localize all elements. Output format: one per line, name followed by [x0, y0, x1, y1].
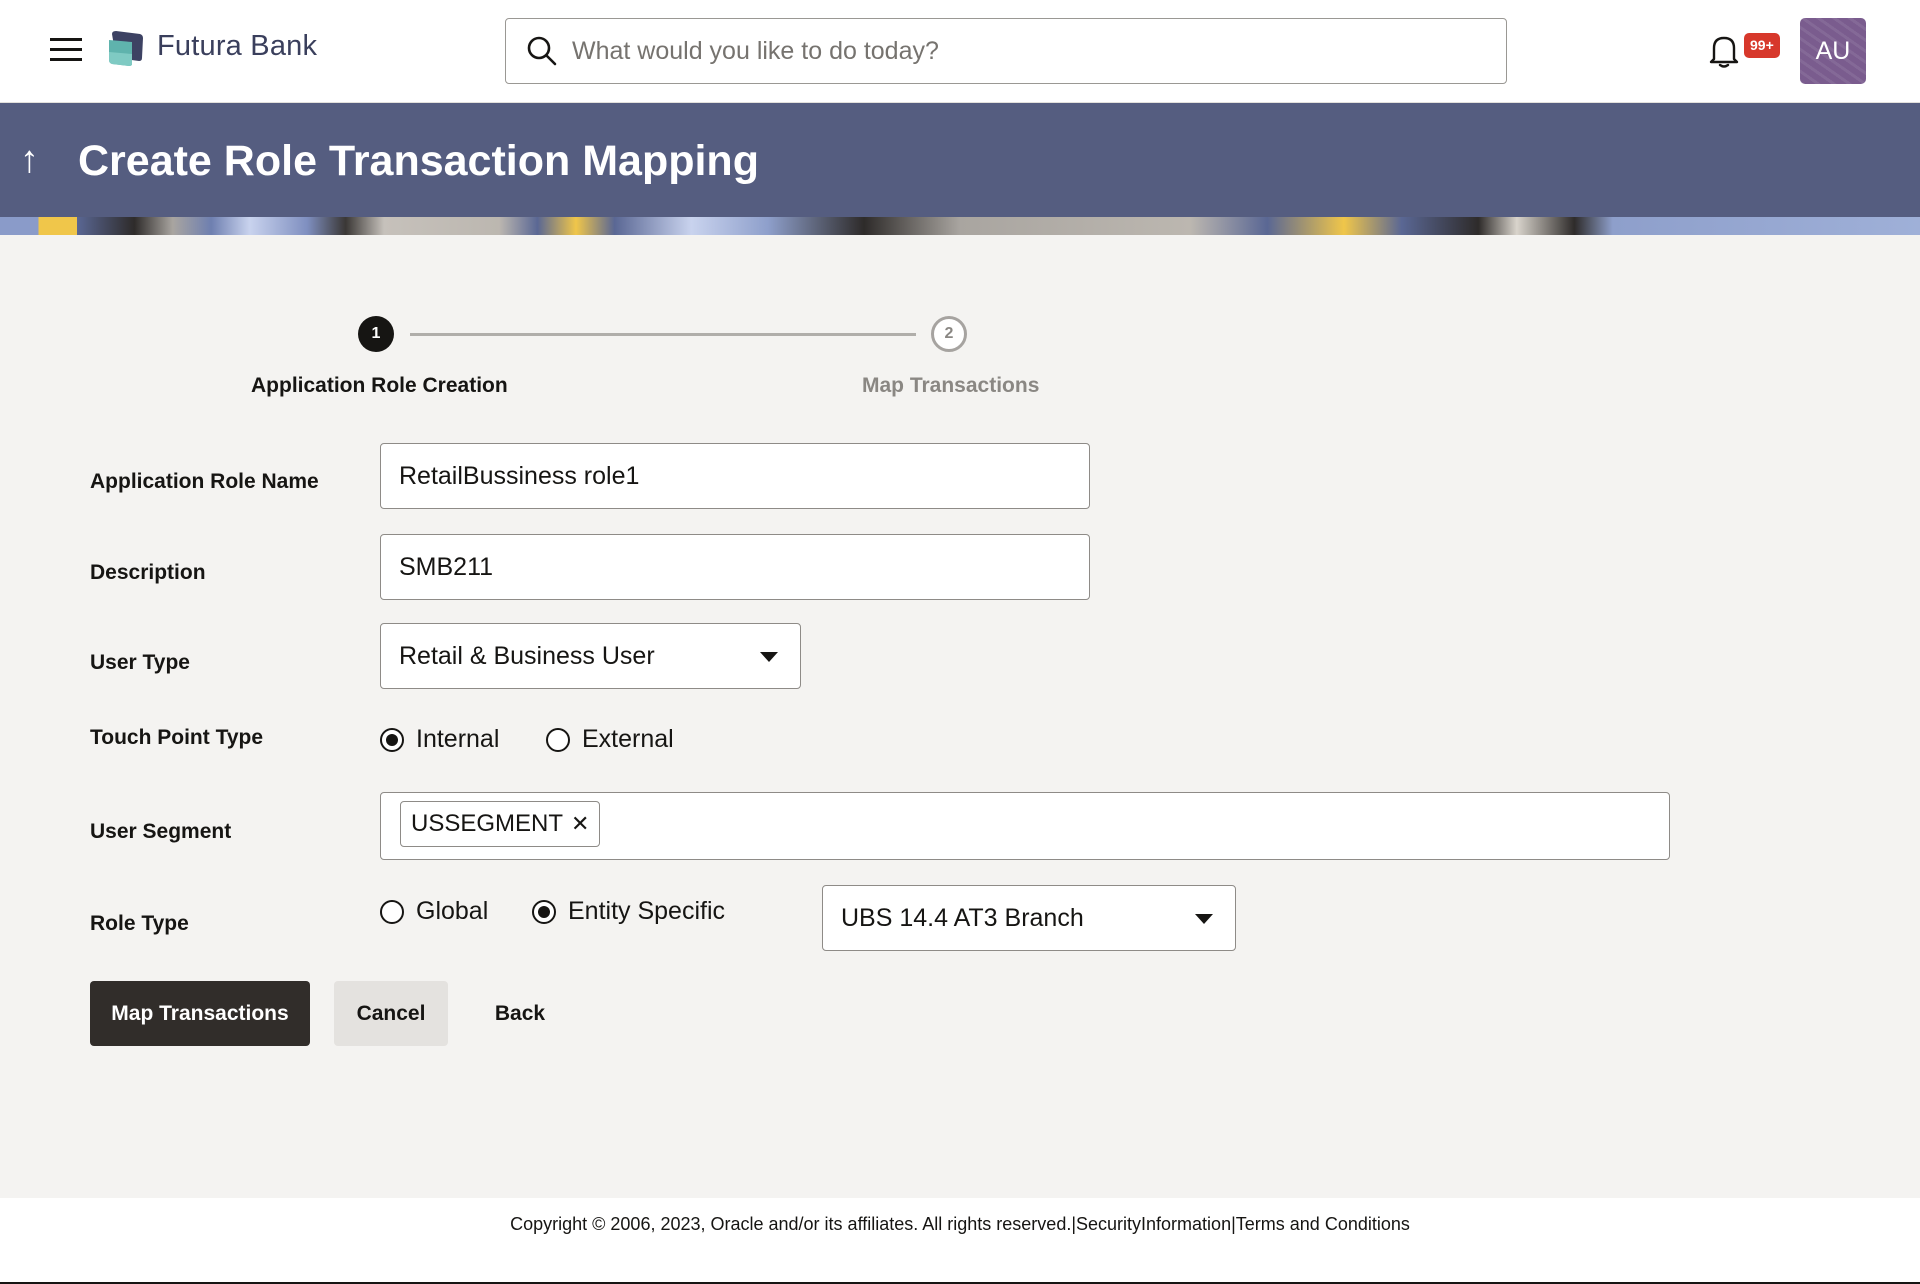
segment-chip: USSEGMENT ✕ [400, 801, 601, 847]
touch-point-label: Touch Point Type [90, 726, 264, 749]
step-1-indicator: 1 [358, 316, 394, 352]
description-label: Description [90, 561, 206, 584]
role-name-input[interactable] [380, 443, 1090, 509]
page-title: Create Role Transaction Mapping [78, 137, 759, 185]
search-input[interactable] [572, 29, 1472, 73]
radio-label: Global [416, 897, 489, 925]
step-1-label: Application Role Creation [251, 374, 508, 397]
page-banner: ↑ Create Role Transaction Mapping [0, 103, 1920, 235]
top-header: Futura Bank 99+ AU [0, 0, 1920, 103]
radio-label: Internal [416, 725, 500, 753]
remove-chip-icon[interactable]: ✕ [571, 811, 589, 837]
radio-selected-icon [532, 899, 556, 924]
chevron-down-icon [760, 652, 778, 662]
decorative-pattern-strip [0, 217, 1920, 235]
step-2-indicator: 2 [931, 316, 967, 352]
cancel-button[interactable]: Cancel [334, 981, 448, 1046]
footer: Copyright © 2006, 2023, Oracle and/or it… [0, 1198, 1920, 1284]
futura-bank-logo-icon [109, 31, 143, 66]
radio-label: Entity Specific [568, 897, 726, 925]
hamburger-menu-icon[interactable] [50, 38, 82, 64]
role-type-global-radio[interactable]: Global [380, 897, 488, 926]
user-type-select[interactable]: Retail & Business User [380, 623, 801, 689]
chip-label: USSEGMENT [411, 810, 564, 837]
radio-unselected-icon [380, 899, 404, 924]
search-icon [527, 36, 557, 66]
brand-name: Futura Bank [157, 30, 318, 62]
touch-point-internal-radio[interactable]: Internal [380, 725, 499, 754]
step-2-label: Map Transactions [862, 374, 1040, 397]
terms-and-conditions-link[interactable]: Terms and Conditions [1236, 1214, 1410, 1234]
map-transactions-button[interactable]: Map Transactions [90, 981, 310, 1046]
copyright-text: Copyright © 2006, 2023, Oracle and/or it… [510, 1214, 1072, 1234]
user-type-value: Retail & Business User [399, 642, 655, 670]
security-information-link[interactable]: SecurityInformation [1076, 1214, 1231, 1234]
user-type-label: User Type [90, 651, 190, 674]
footer-text: Copyright © 2006, 2023, Oracle and/or it… [0, 1214, 1920, 1235]
back-button[interactable]: Back [478, 981, 562, 1046]
arrow-up-icon[interactable]: ↑ [20, 139, 39, 182]
role-type-label: Role Type [90, 912, 189, 935]
notification-bell-icon[interactable] [1708, 33, 1740, 69]
stepper-connector [410, 333, 916, 336]
radio-label: External [582, 725, 674, 753]
search-bar[interactable] [505, 18, 1507, 84]
radio-unselected-icon [546, 727, 570, 752]
radio-selected-icon [380, 727, 404, 752]
entity-select[interactable]: UBS 14.4 AT3 Branch [822, 885, 1236, 951]
user-segment-multiselect[interactable]: USSEGMENT ✕ [380, 792, 1670, 860]
touch-point-external-radio[interactable]: External [546, 725, 674, 754]
user-segment-label: User Segment [90, 820, 232, 843]
role-name-label: Application Role Name [90, 470, 319, 493]
user-avatar[interactable]: AU [1800, 18, 1866, 84]
description-input[interactable] [380, 534, 1090, 600]
entity-value: UBS 14.4 AT3 Branch [841, 904, 1084, 932]
chevron-down-icon [1195, 914, 1213, 924]
notification-count-badge: 99+ [1744, 33, 1780, 58]
role-type-entity-specific-radio[interactable]: Entity Specific [532, 897, 725, 926]
